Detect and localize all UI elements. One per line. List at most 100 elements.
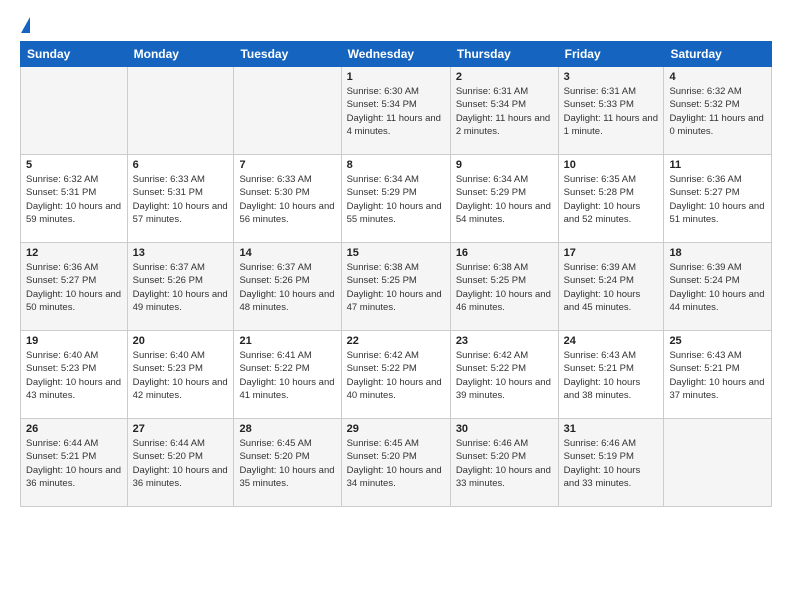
calendar-cell: 31 Sunrise: 6:46 AM Sunset: 5:19 PM Dayli… [558, 419, 664, 507]
calendar-cell: 1 Sunrise: 6:30 AM Sunset: 5:34 PM Daylig… [341, 67, 450, 155]
day-number: 15 [347, 247, 445, 259]
calendar-cell: 29 Sunrise: 6:45 AM Sunset: 5:20 PM Dayli… [341, 419, 450, 507]
day-number: 22 [347, 335, 445, 347]
calendar-cell: 28Sunrise: 6:45 AM Sunset: 5:20 PM Dayli… [234, 419, 341, 507]
day-info: Sunrise: 6:34 AM Sunset: 5:29 PM Dayligh… [456, 173, 553, 226]
day-number: 7 [239, 159, 335, 171]
day-info: Sunrise: 6:36 AM Sunset: 5:27 PM Dayligh… [669, 173, 766, 226]
calendar-cell: 25 Sunrise: 6:43 AM Sunset: 5:21 PM Dayli… [664, 331, 772, 419]
calendar-cell: 16 Sunrise: 6:38 AM Sunset: 5:25 PM Dayli… [450, 243, 558, 331]
calendar-cell: 7 Sunrise: 6:33 AM Sunset: 5:30 PM Daylig… [234, 155, 341, 243]
day-number: 23 [456, 335, 553, 347]
day-info: Sunrise: 6:32 AM Sunset: 5:32 PM Dayligh… [669, 85, 766, 138]
day-info: Sunrise: 6:46 AM Sunset: 5:20 PM Dayligh… [456, 437, 553, 490]
calendar-cell: 2 Sunrise: 6:31 AM Sunset: 5:34 PM Daylig… [450, 67, 558, 155]
calendar-cell: 20Sunrise: 6:40 AM Sunset: 5:23 PM Dayli… [127, 331, 234, 419]
day-number: 30 [456, 423, 553, 435]
calendar-cell: 18Sunrise: 6:39 AM Sunset: 5:24 PM Dayli… [664, 243, 772, 331]
day-number: 6 [133, 159, 229, 171]
calendar-cell: 22Sunrise: 6:42 AM Sunset: 5:22 PM Dayli… [341, 331, 450, 419]
day-info: Sunrise: 6:33 AM Sunset: 5:31 PM Dayligh… [133, 173, 229, 226]
day-info: Sunrise: 6:37 AM Sunset: 5:26 PM Dayligh… [133, 261, 229, 314]
day-info: Sunrise: 6:45 AM Sunset: 5:20 PM Dayligh… [347, 437, 445, 490]
calendar-cell: 3 Sunrise: 6:31 AM Sunset: 5:33 PM Daylig… [558, 67, 664, 155]
calendar-cell: 4 Sunrise: 6:32 AM Sunset: 5:32 PM Daylig… [664, 67, 772, 155]
weekday-header-thursday: Thursday [450, 42, 558, 67]
calendar-cell: 30 Sunrise: 6:46 AM Sunset: 5:20 PM Dayli… [450, 419, 558, 507]
day-info: Sunrise: 6:43 AM Sunset: 5:21 PM Dayligh… [669, 349, 766, 402]
weekday-header-sunday: Sunday [21, 42, 128, 67]
calendar-cell [21, 67, 128, 155]
day-info: Sunrise: 6:38 AM Sunset: 5:25 PM Dayligh… [456, 261, 553, 314]
calendar-table: SundayMondayTuesdayWednesdayThursdayFrid… [20, 41, 772, 507]
day-number: 2 [456, 71, 553, 83]
day-info: Sunrise: 6:40 AM Sunset: 5:23 PM Dayligh… [26, 349, 122, 402]
calendar-page: SundayMondayTuesdayWednesdayThursdayFrid… [0, 0, 792, 517]
day-number: 8 [347, 159, 445, 171]
weekday-header-saturday: Saturday [664, 42, 772, 67]
calendar-cell: 10 Sunrise: 6:35 AM Sunset: 5:28 PM Dayli… [558, 155, 664, 243]
week-row-3: 12 Sunrise: 6:36 AM Sunset: 5:27 PM Dayli… [21, 243, 772, 331]
day-info: Sunrise: 6:30 AM Sunset: 5:34 PM Dayligh… [347, 85, 445, 138]
weekday-header-row: SundayMondayTuesdayWednesdayThursdayFrid… [21, 42, 772, 67]
day-number: 19 [26, 335, 122, 347]
day-number: 5 [26, 159, 122, 171]
day-number: 25 [669, 335, 766, 347]
calendar-cell [234, 67, 341, 155]
day-info: Sunrise: 6:31 AM Sunset: 5:34 PM Dayligh… [456, 85, 553, 138]
day-number: 12 [26, 247, 122, 259]
day-number: 21 [239, 335, 335, 347]
calendar-cell: 23 Sunrise: 6:42 AM Sunset: 5:22 PM Dayli… [450, 331, 558, 419]
day-number: 20 [133, 335, 229, 347]
calendar-cell: 19 Sunrise: 6:40 AM Sunset: 5:23 PM Dayli… [21, 331, 128, 419]
calendar-cell: 12 Sunrise: 6:36 AM Sunset: 5:27 PM Dayli… [21, 243, 128, 331]
day-info: Sunrise: 6:46 AM Sunset: 5:19 PM Dayligh… [564, 437, 659, 490]
day-number: 4 [669, 71, 766, 83]
day-number: 17 [564, 247, 659, 259]
calendar-body: 1 Sunrise: 6:30 AM Sunset: 5:34 PM Daylig… [21, 67, 772, 507]
day-info: Sunrise: 6:36 AM Sunset: 5:27 PM Dayligh… [26, 261, 122, 314]
calendar-cell: 27Sunrise: 6:44 AM Sunset: 5:20 PM Dayli… [127, 419, 234, 507]
day-number: 31 [564, 423, 659, 435]
day-number: 16 [456, 247, 553, 259]
header [20, 16, 772, 33]
calendar-cell: 8 Sunrise: 6:34 AM Sunset: 5:29 PM Daylig… [341, 155, 450, 243]
day-number: 14 [239, 247, 335, 259]
day-info: Sunrise: 6:45 AM Sunset: 5:20 PM Dayligh… [239, 437, 335, 490]
calendar-cell: 6 Sunrise: 6:33 AM Sunset: 5:31 PM Daylig… [127, 155, 234, 243]
day-info: Sunrise: 6:44 AM Sunset: 5:21 PM Dayligh… [26, 437, 122, 490]
day-number: 1 [347, 71, 445, 83]
day-number: 9 [456, 159, 553, 171]
calendar-cell: 17 Sunrise: 6:39 AM Sunset: 5:24 PM Dayli… [558, 243, 664, 331]
day-number: 24 [564, 335, 659, 347]
day-number: 3 [564, 71, 659, 83]
logo-triangle-icon [21, 17, 30, 33]
calendar-cell: 9 Sunrise: 6:34 AM Sunset: 5:29 PM Daylig… [450, 155, 558, 243]
day-number: 29 [347, 423, 445, 435]
day-info: Sunrise: 6:33 AM Sunset: 5:30 PM Dayligh… [239, 173, 335, 226]
weekday-header-friday: Friday [558, 42, 664, 67]
week-row-2: 5Sunrise: 6:32 AM Sunset: 5:31 PM Daylig… [21, 155, 772, 243]
day-number: 10 [564, 159, 659, 171]
day-info: Sunrise: 6:34 AM Sunset: 5:29 PM Dayligh… [347, 173, 445, 226]
day-info: Sunrise: 6:35 AM Sunset: 5:28 PM Dayligh… [564, 173, 659, 226]
day-info: Sunrise: 6:31 AM Sunset: 5:33 PM Dayligh… [564, 85, 659, 138]
day-number: 26 [26, 423, 122, 435]
day-info: Sunrise: 6:42 AM Sunset: 5:22 PM Dayligh… [456, 349, 553, 402]
day-info: Sunrise: 6:41 AM Sunset: 5:22 PM Dayligh… [239, 349, 335, 402]
day-number: 18 [669, 247, 766, 259]
calendar-cell: 11Sunrise: 6:36 AM Sunset: 5:27 PM Dayli… [664, 155, 772, 243]
week-row-4: 19 Sunrise: 6:40 AM Sunset: 5:23 PM Dayli… [21, 331, 772, 419]
day-info: Sunrise: 6:43 AM Sunset: 5:21 PM Dayligh… [564, 349, 659, 402]
day-info: Sunrise: 6:39 AM Sunset: 5:24 PM Dayligh… [564, 261, 659, 314]
weekday-header-monday: Monday [127, 42, 234, 67]
day-info: Sunrise: 6:44 AM Sunset: 5:20 PM Dayligh… [133, 437, 229, 490]
calendar-cell: 15 Sunrise: 6:38 AM Sunset: 5:25 PM Dayli… [341, 243, 450, 331]
day-number: 13 [133, 247, 229, 259]
week-row-5: 26 Sunrise: 6:44 AM Sunset: 5:21 PM Dayli… [21, 419, 772, 507]
weekday-header-tuesday: Tuesday [234, 42, 341, 67]
calendar-cell [127, 67, 234, 155]
calendar-cell: 21 Sunrise: 6:41 AM Sunset: 5:22 PM Dayli… [234, 331, 341, 419]
day-info: Sunrise: 6:38 AM Sunset: 5:25 PM Dayligh… [347, 261, 445, 314]
weekday-header-wednesday: Wednesday [341, 42, 450, 67]
